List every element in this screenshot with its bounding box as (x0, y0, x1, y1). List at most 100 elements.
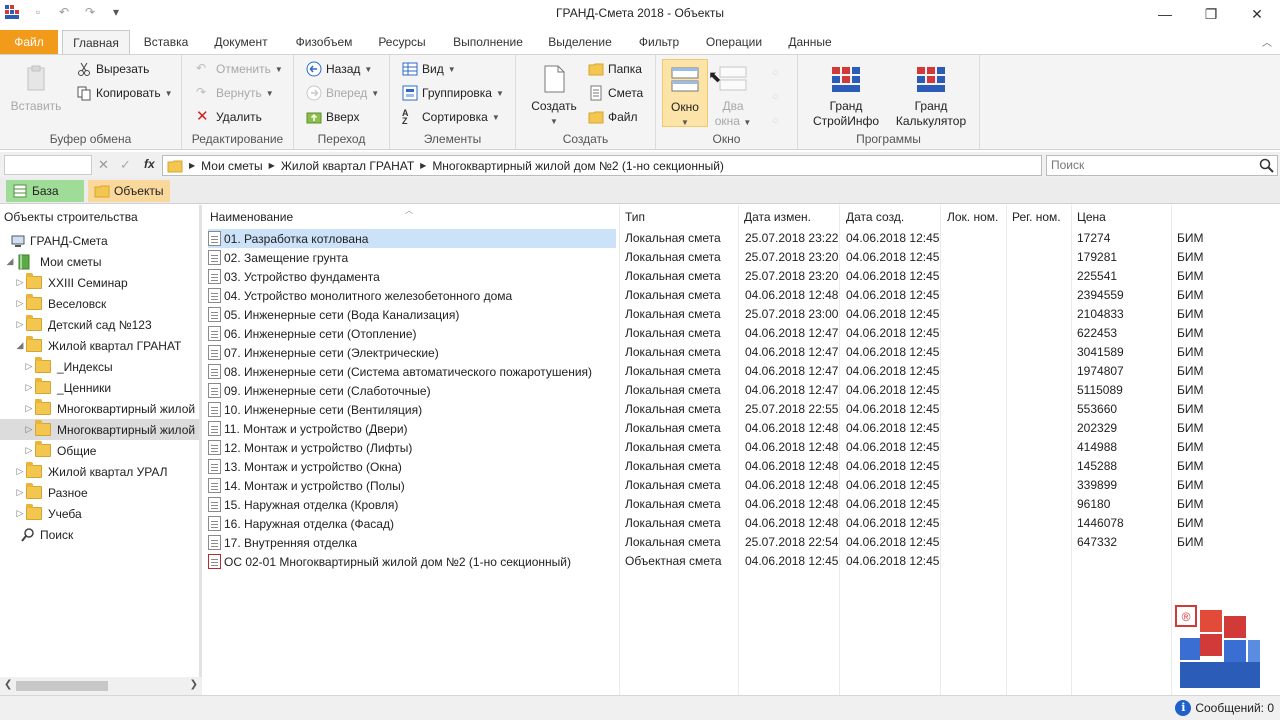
breadcrumb-item[interactable]: Многоквартирный жилой дом №2 (1-но секци… (432, 159, 724, 173)
collapsed-arrow-icon[interactable]: ▷ (23, 382, 35, 393)
grand-stroyinfo-button[interactable]: Гранд СтройИнфо (806, 63, 886, 129)
confirm-edit-icon[interactable]: ✓ (120, 157, 131, 173)
collapsed-arrow-icon[interactable]: ▷ (23, 445, 35, 456)
table-row[interactable]: 01. Разработка котлована Локальная смета 2… (205, 229, 1280, 248)
table-row[interactable]: ОС 02-01 Многоквартирный жилой дом №2 (1… (205, 552, 1280, 571)
grouping-button[interactable]: Группировка ▼ (402, 85, 504, 101)
undo-button[interactable]: ↶ Отменить ▼ (196, 61, 283, 77)
close-icon[interactable]: ✕ (1234, 0, 1280, 28)
column-header-created[interactable]: Дата созд. (846, 210, 904, 224)
cell-name[interactable]: 09. Инженерные сети (Слаботочные) (208, 381, 431, 400)
cell-name[interactable]: 06. Инженерные сети (Отопление) (208, 324, 417, 343)
tab-insert[interactable]: Вставка (136, 30, 196, 54)
redo-button[interactable]: ↷ Вернуть ▼ (196, 85, 274, 101)
tree-horizontal-scrollbar[interactable]: ❮ ❯ (0, 677, 202, 695)
cell-name[interactable]: 13. Монтаж и устройство (Окна) (208, 457, 402, 476)
tab-filter[interactable]: Фильтр (630, 30, 688, 54)
tree-item-my-estimates[interactable]: ◢ Мои сметы (0, 251, 199, 272)
table-row[interactable]: 02. Замещение грунта Локальная смета 25.07… (205, 248, 1280, 267)
table-row[interactable]: 03. Устройство фундамента Локальная смета… (205, 267, 1280, 286)
tree-item-common[interactable]: ▷ Общие (0, 440, 199, 461)
formula-icon[interactable]: fx (144, 157, 155, 171)
cancel-edit-icon[interactable]: ✕ (98, 157, 109, 173)
table-row[interactable]: 04. Устройство монолитного железобетонно… (205, 286, 1280, 305)
tree-item-indexes[interactable]: ▷ _Индексы (0, 356, 199, 377)
back-button[interactable]: Назад ▼ (306, 61, 372, 77)
cell-name[interactable]: 04. Устройство монолитного железобетонно… (208, 286, 512, 305)
tab-baza[interactable]: База (6, 180, 84, 202)
breadcrumb-item[interactable]: Жилой квартал ГРАНАТ (281, 159, 414, 173)
cell-name[interactable]: 03. Устройство фундамента (208, 267, 380, 286)
column-header-reg-number[interactable]: Рег. ном. (1012, 210, 1061, 224)
collapsed-arrow-icon[interactable]: ▷ (14, 487, 26, 498)
window-button[interactable]: Окно ▼ (662, 59, 708, 127)
cell-name[interactable]: 17. Внутренняя отделка (208, 533, 357, 552)
expanded-arrow-icon[interactable]: ◢ (4, 256, 16, 267)
expanded-arrow-icon[interactable]: ◢ (14, 340, 26, 351)
up-button[interactable]: Вверх (306, 109, 359, 125)
tree-item-study[interactable]: ▷ Учеба (0, 503, 199, 524)
table-row[interactable]: 12. Монтаж и устройство (Лифты) Локальная… (205, 438, 1280, 457)
tree-item-price-lists[interactable]: ▷ _Ценники (0, 377, 199, 398)
delete-button[interactable]: ✕ Удалить (196, 109, 262, 125)
minimize-icon[interactable]: — (1142, 0, 1188, 28)
cell-name[interactable]: 10. Инженерные сети (Вентиляция) (208, 400, 422, 419)
table-row[interactable]: 09. Инженерные сети (Слаботочные) Локальн… (205, 381, 1280, 400)
column-header-price[interactable]: Цена (1077, 210, 1106, 224)
table-row[interactable]: 05. Инженерные сети (Вода Канализация) Ло… (205, 305, 1280, 324)
tab-operations[interactable]: Операции (700, 30, 768, 54)
table-row[interactable]: 07. Инженерные сети (Электрические) Локал… (205, 343, 1280, 362)
tab-resources[interactable]: Ресурсы (372, 30, 432, 54)
cell-name[interactable]: 08. Инженерные сети (Система автоматичес… (208, 362, 592, 381)
cell-name[interactable]: 11. Монтаж и устройство (Двери) (208, 419, 408, 438)
collapsed-arrow-icon[interactable]: ▷ (14, 466, 26, 477)
table-row[interactable]: 15. Наружная отделка (Кровля) Локальная с… (205, 495, 1280, 514)
tab-home[interactable]: Главная (62, 30, 130, 54)
breadcrumb-item[interactable]: Мои сметы (201, 159, 263, 173)
cell-name[interactable]: 16. Наружная отделка (Фасад) (208, 514, 394, 533)
cell-name[interactable]: 14. Монтаж и устройство (Полы) (208, 476, 405, 495)
tree-item-granat[interactable]: ◢ Жилой квартал ГРАНАТ (0, 335, 199, 356)
tab-execution[interactable]: Выполнение (446, 30, 530, 54)
tab-document[interactable]: Документ (206, 30, 276, 54)
sorting-button[interactable]: AZ Сортировка ▼ (402, 109, 500, 126)
grand-calculator-button[interactable]: Гранд Калькулятор (890, 63, 972, 129)
cell-name[interactable]: ОС 02-01 Многоквартирный жилой дом №2 (1… (208, 552, 571, 571)
cell-name[interactable]: 05. Инженерные сети (Вода Канализация) (208, 305, 459, 324)
tree-item-kindergarten[interactable]: ▷ Детский сад №123 (0, 314, 199, 335)
tab-volume[interactable]: Физобъем (288, 30, 360, 54)
scroll-right-icon[interactable]: ❯ (190, 679, 198, 690)
tab-file[interactable]: Файл (0, 30, 58, 54)
tree-item-misc[interactable]: ▷ Разное (0, 482, 199, 503)
breadcrumb-separator-icon[interactable]: ▶ (420, 161, 426, 170)
messages-indicator[interactable]: i Сообщений: 0 (1175, 700, 1274, 716)
copy-button[interactable]: Копировать ▼ (76, 85, 173, 101)
tree-item-grand-smeta[interactable]: ГРАНД-Смета (0, 230, 199, 251)
tab-selection[interactable]: Выделение (542, 30, 618, 54)
collapsed-arrow-icon[interactable]: ▷ (14, 298, 26, 309)
column-header-modified[interactable]: Дата измен. (744, 210, 811, 224)
breadcrumb[interactable]: ▶ Мои сметы ▶ Жилой квартал ГРАНАТ ▶ Мно… (162, 155, 1042, 176)
collapsed-arrow-icon[interactable]: ▷ (23, 424, 35, 435)
column-header-local-number[interactable]: Лок. ном. (947, 210, 998, 224)
collapsed-arrow-icon[interactable]: ▷ (23, 403, 35, 414)
cell-name[interactable]: 07. Инженерные сети (Электрические) (208, 343, 439, 362)
table-row[interactable]: 11. Монтаж и устройство (Двери) Локальная… (205, 419, 1280, 438)
collapsed-arrow-icon[interactable]: ▷ (14, 277, 26, 288)
collapsed-arrow-icon[interactable]: ▷ (14, 319, 26, 330)
cell-name[interactable]: 15. Наружная отделка (Кровля) (208, 495, 398, 514)
breadcrumb-separator-icon[interactable]: ▶ (269, 161, 275, 170)
new-estimate-button[interactable]: Смета (588, 85, 643, 101)
table-row[interactable]: 14. Монтаж и устройство (Полы) Локальная … (205, 476, 1280, 495)
new-folder-button[interactable]: Папка (588, 61, 642, 77)
table-row[interactable]: 10. Инженерные сети (Вентиляция) Локальна… (205, 400, 1280, 419)
search-icon[interactable] (1258, 157, 1275, 174)
column-header-type[interactable]: Тип (625, 210, 645, 224)
table-row[interactable]: 06. Инженерные сети (Отопление) Локальная… (205, 324, 1280, 343)
search-input[interactable]: Поиск (1046, 155, 1278, 176)
tree-item-search[interactable]: Поиск (0, 524, 199, 545)
collapse-ribbon-icon[interactable]: ︿ (1262, 34, 1272, 49)
maximize-icon[interactable]: ❐ (1188, 0, 1234, 28)
breadcrumb-separator-icon[interactable]: ▶ (189, 161, 195, 170)
cell-name[interactable]: 12. Монтаж и устройство (Лифты) (208, 438, 412, 457)
